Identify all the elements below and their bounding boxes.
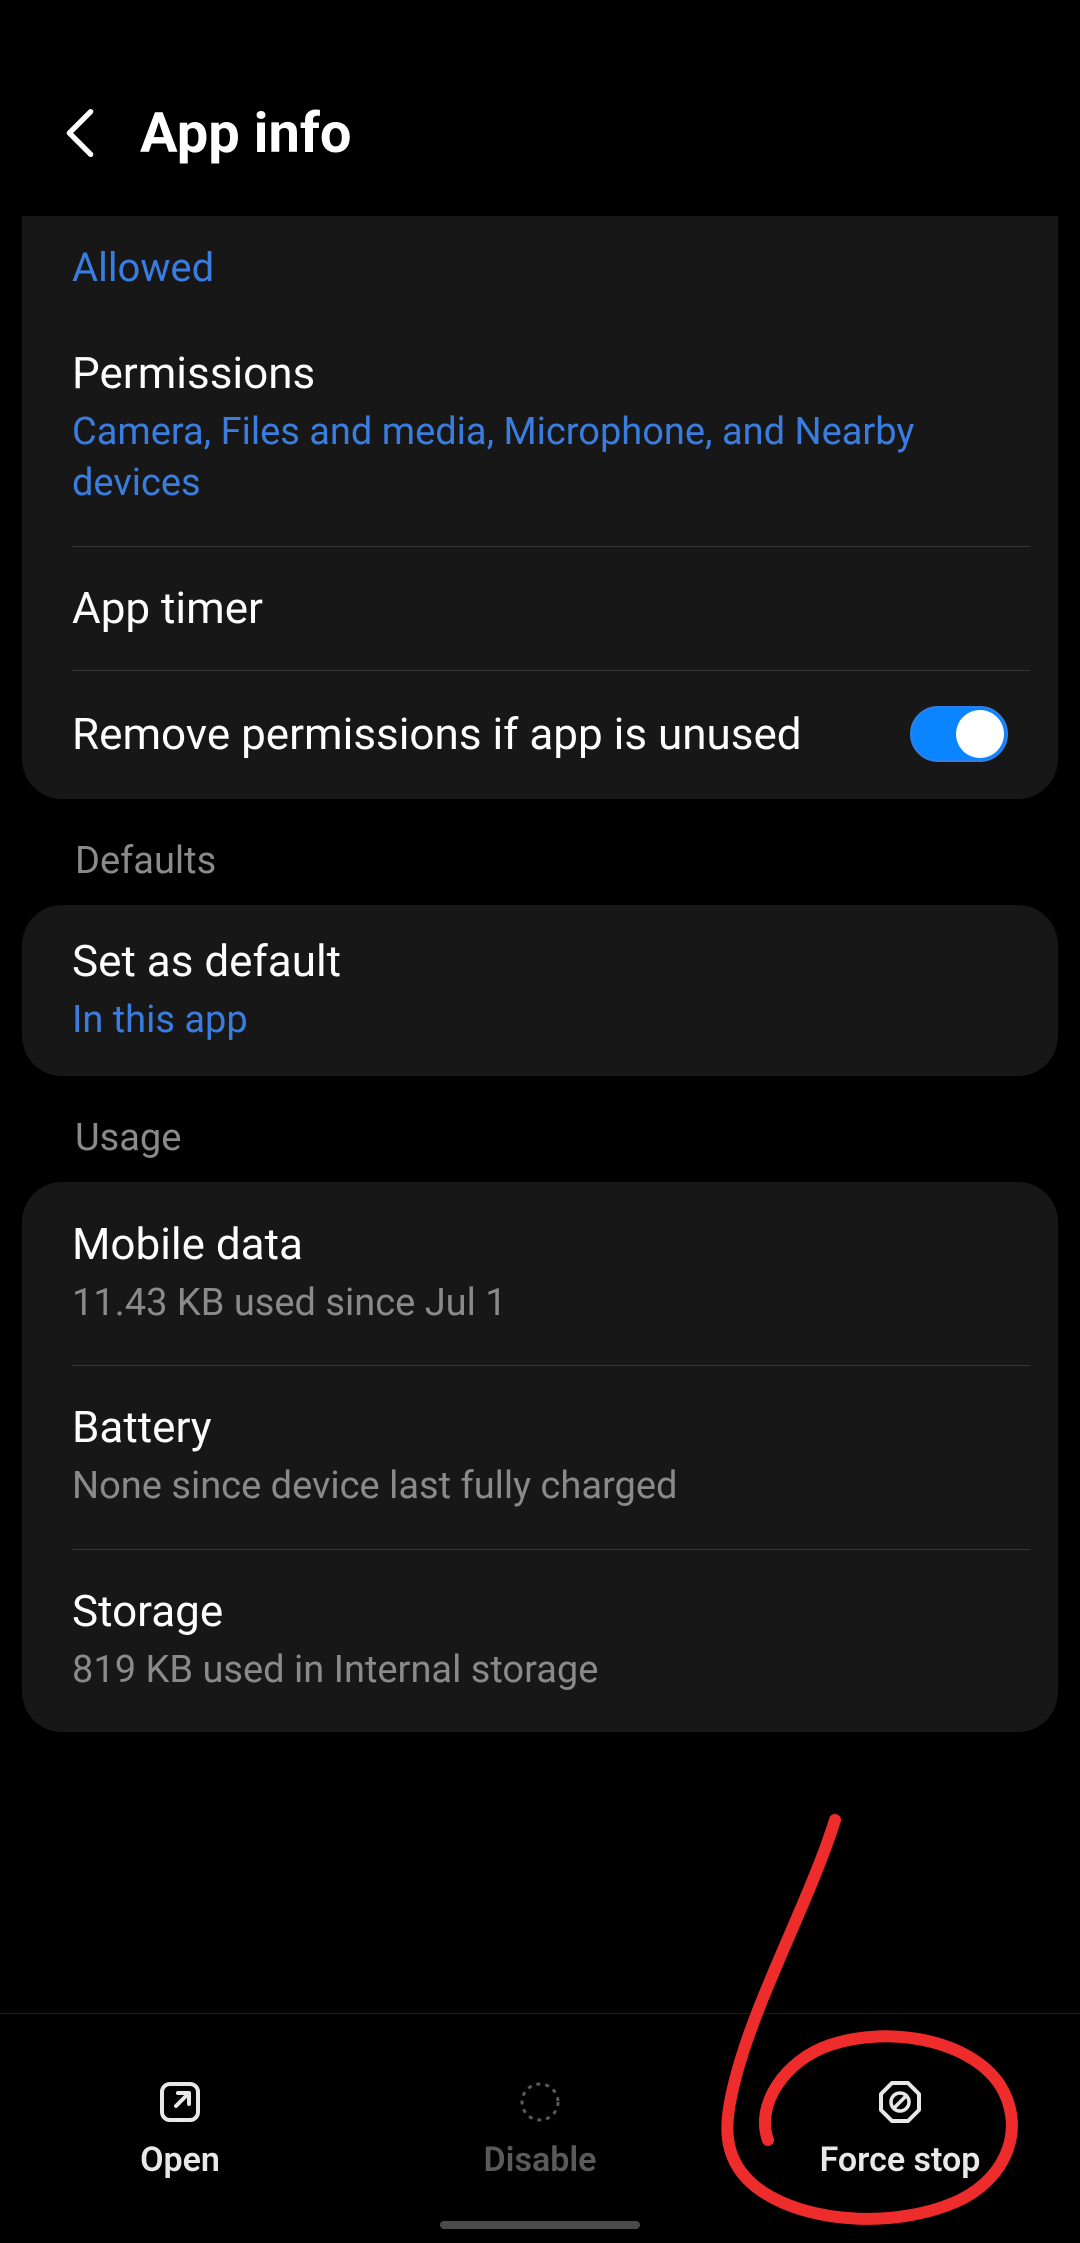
storage-title: Storage — [72, 1585, 1008, 1637]
storage-subtitle: 819 KB used in Internal storage — [72, 1645, 1008, 1696]
open-icon — [156, 2078, 204, 2126]
permissions-row[interactable]: Permissions Camera, Files and media, Mic… — [22, 311, 1058, 546]
page-title: App info — [140, 100, 352, 166]
app-timer-title: App timer — [72, 582, 1008, 634]
force-stop-icon — [876, 2078, 924, 2126]
usage-card: Mobile data 11.43 KB used since Jul 1 Ba… — [22, 1182, 1058, 1732]
mobile-data-title: Mobile data — [72, 1218, 1008, 1270]
remove-permissions-row[interactable]: Remove permissions if app is unused — [22, 670, 1058, 799]
set-as-default-title: Set as default — [72, 935, 1008, 987]
remove-permissions-toggle[interactable] — [910, 706, 1008, 762]
battery-row[interactable]: Battery None since device last fully cha… — [22, 1365, 1058, 1548]
battery-subtitle: None since device last fully charged — [72, 1461, 1008, 1512]
privacy-card: Allowed Permissions Camera, Files and me… — [22, 216, 1058, 799]
force-stop-button[interactable]: Force stop — [720, 2014, 1080, 2243]
set-as-default-row[interactable]: Set as default In this app — [22, 905, 1058, 1076]
battery-title: Battery — [72, 1401, 1008, 1453]
mobile-data-row[interactable]: Mobile data 11.43 KB used since Jul 1 — [22, 1182, 1058, 1365]
back-button[interactable] — [60, 113, 100, 153]
set-as-default-subtitle: In this app — [72, 995, 1008, 1046]
disable-icon — [516, 2078, 564, 2126]
back-chevron-icon — [64, 109, 96, 157]
open-button[interactable]: Open — [0, 2014, 360, 2243]
mobile-data-subtitle: 11.43 KB used since Jul 1 — [72, 1278, 1008, 1329]
bottom-action-bar: Open Disable Force stop — [0, 2013, 1080, 2243]
open-label: Open — [140, 2140, 220, 2180]
disable-label: Disable — [484, 2140, 597, 2180]
app-timer-row[interactable]: App timer — [22, 546, 1058, 670]
defaults-section-header: Defaults — [0, 839, 1080, 905]
usage-section-header: Usage — [0, 1116, 1080, 1182]
permissions-title: Permissions — [72, 347, 1008, 399]
permissions-subtitle: Camera, Files and media, Microphone, and… — [72, 407, 1008, 510]
header: App info — [0, 0, 1080, 216]
defaults-card: Set as default In this app — [22, 905, 1058, 1076]
storage-row[interactable]: Storage 819 KB used in Internal storage — [22, 1549, 1058, 1732]
nav-pill — [440, 2221, 640, 2229]
remove-permissions-title: Remove permissions if app is unused — [72, 706, 880, 763]
force-stop-label: Force stop — [820, 2140, 981, 2180]
allowed-link[interactable]: Allowed — [22, 216, 1058, 311]
disable-button[interactable]: Disable — [360, 2014, 720, 2243]
